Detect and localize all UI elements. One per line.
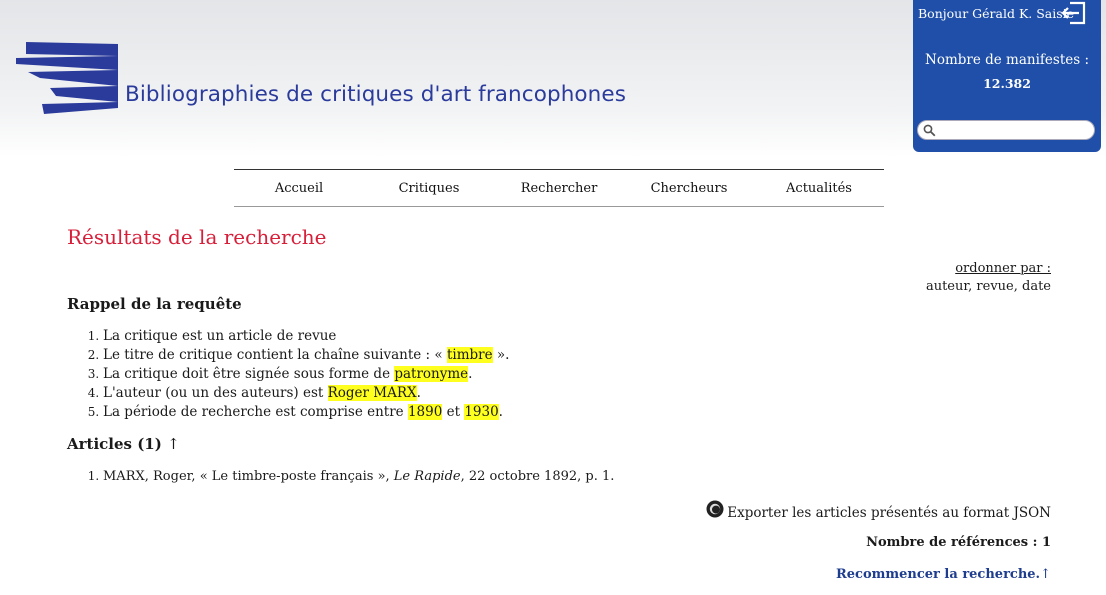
articles-heading: Articles (1) ↑: [67, 435, 180, 453]
back-to-top-arrow[interactable]: ↑: [1040, 567, 1051, 582]
export-icon: [706, 500, 724, 518]
user-greeting: Bonjour Gérald K. Saisie: [918, 6, 1075, 21]
reference-count: Nombre de références : 1: [866, 535, 1051, 550]
manifest-count-label: Nombre de manifestes :: [925, 52, 1089, 68]
highlight: Roger MARX: [327, 385, 417, 401]
query-recall-list: La critique est un article de revue Le t…: [67, 327, 509, 422]
page-title: Résultats de la recherche: [67, 225, 327, 249]
site-title[interactable]: Bibliographies de critiques d'art franco…: [125, 82, 626, 107]
article-item[interactable]: MARX, Roger, « Le timbre-poste français …: [103, 467, 614, 486]
query-item: L'auteur (ou un des auteurs) est Roger M…: [103, 384, 509, 403]
manifest-count-value: 12.382: [983, 76, 1031, 91]
query-item: La critique est un article de revue: [103, 327, 509, 346]
user-panel: Bonjour Gérald K. Saisie Nombre de manif…: [913, 0, 1101, 152]
highlight: 1930: [464, 404, 499, 420]
main-nav: Accueil Critiques Rechercher Chercheurs …: [234, 169, 884, 207]
search-icon: [923, 124, 936, 137]
nav-accueil[interactable]: Accueil: [234, 170, 364, 206]
query-item: La critique doit être signée sous forme …: [103, 365, 509, 384]
logo-icon: [16, 42, 118, 114]
journal-title: Le Rapide: [393, 469, 461, 484]
nav-chercheurs[interactable]: Chercheurs: [624, 170, 754, 206]
sort-options[interactable]: auteur, revue, date: [926, 278, 1051, 296]
export-json-link[interactable]: Exporter les articles présentés au forma…: [706, 500, 1051, 521]
search-box: [917, 120, 1095, 140]
highlight: timbre: [446, 347, 493, 363]
back-to-top-arrow[interactable]: ↑: [167, 435, 180, 453]
logout-icon[interactable]: [1060, 0, 1088, 26]
sort-label[interactable]: ordonner par :: [926, 260, 1051, 278]
highlight: 1890: [407, 404, 443, 420]
nav-actualites[interactable]: Actualités: [754, 170, 884, 206]
query-item: La période de recherche est comprise ent…: [103, 403, 509, 422]
article-list: MARX, Roger, « Le timbre-poste français …: [67, 467, 614, 486]
query-item: Le titre de critique contient la chaîne …: [103, 346, 509, 365]
sort-controls: ordonner par : auteur, revue, date: [926, 260, 1051, 296]
query-recall-heading: Rappel de la requête: [67, 295, 242, 313]
nav-rechercher[interactable]: Rechercher: [494, 170, 624, 206]
highlight: patronyme: [394, 366, 469, 382]
restart-search-link[interactable]: Recommencer la recherche.↑: [836, 567, 1051, 582]
search-input[interactable]: [940, 123, 1094, 139]
nav-critiques[interactable]: Critiques: [364, 170, 494, 206]
